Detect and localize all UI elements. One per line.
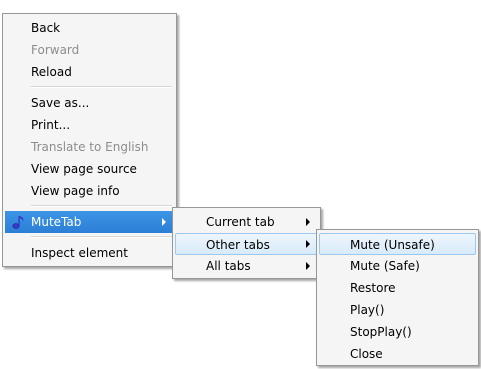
menu-item-play[interactable]: Play() (319, 299, 476, 321)
menu-item-label: View page source (31, 162, 137, 176)
menu-item-close[interactable]: Close (319, 343, 476, 365)
menu-item-inspect-element[interactable]: Inspect element (5, 242, 174, 264)
menu-item-reload[interactable]: Reload (5, 61, 174, 83)
menu-item-label: Play() (350, 303, 385, 317)
menu-separator (31, 205, 172, 207)
menu-separator (31, 86, 172, 88)
menu-item-label: Inspect element (31, 246, 128, 260)
menu-item-label: Current tab (206, 215, 275, 229)
menu-item-label: Print... (31, 118, 71, 132)
submenu-arrow-icon (306, 262, 310, 270)
menu-item-view-source[interactable]: View page source (5, 158, 174, 180)
submenu-arrow-icon (306, 240, 310, 248)
menu-item-label: Restore (350, 281, 396, 295)
submenu-arrow-icon (306, 218, 310, 226)
menu-item-mute-unsafe[interactable]: Mute (Unsafe) (319, 233, 476, 255)
menu-item-label: Back (31, 21, 61, 35)
menu-item-label: StopPlay() (350, 325, 412, 339)
context-menu: Back Forward Reload Save as... Print... … (2, 13, 177, 267)
menu-item-mutetab[interactable]: MuteTab (5, 211, 174, 233)
menu-separator (31, 236, 172, 238)
menu-item-all-tabs[interactable]: All tabs (175, 255, 318, 277)
music-note-icon (12, 216, 24, 229)
menu-item-label: View page info (31, 184, 120, 198)
other-tabs-submenu: Mute (Unsafe) Mute (Safe) Restore Play()… (316, 229, 479, 366)
menu-item-restore[interactable]: Restore (319, 277, 476, 299)
menu-item-label: Save as... (31, 96, 90, 110)
menu-item-label: Translate to English (31, 140, 149, 154)
mutetab-submenu: Current tab Other tabs All tabs (172, 207, 321, 279)
menu-item-current-tab[interactable]: Current tab (175, 211, 318, 233)
menu-item-print[interactable]: Print... (5, 114, 174, 136)
menu-item-label: Close (350, 347, 383, 361)
menu-item-view-page-info[interactable]: View page info (5, 180, 174, 202)
menu-item-label: Other tabs (206, 238, 270, 252)
submenu-arrow-icon (162, 218, 166, 226)
menu-item-label: All tabs (206, 259, 251, 273)
menu-item-stopplay[interactable]: StopPlay() (319, 321, 476, 343)
menu-item-label: Reload (31, 65, 72, 79)
menu-item-other-tabs[interactable]: Other tabs (175, 233, 318, 255)
menu-item-mute-safe[interactable]: Mute (Safe) (319, 255, 476, 277)
menu-item-label: Forward (31, 43, 80, 57)
menu-item-label: Mute (Safe) (350, 259, 420, 273)
menu-item-forward[interactable]: Forward (5, 39, 174, 61)
menu-item-label: Mute (Unsafe) (350, 238, 435, 252)
menu-item-save-as[interactable]: Save as... (5, 92, 174, 114)
menu-item-back[interactable]: Back (5, 17, 174, 39)
menu-item-label: MuteTab (31, 215, 82, 229)
menu-item-translate[interactable]: Translate to English (5, 136, 174, 158)
